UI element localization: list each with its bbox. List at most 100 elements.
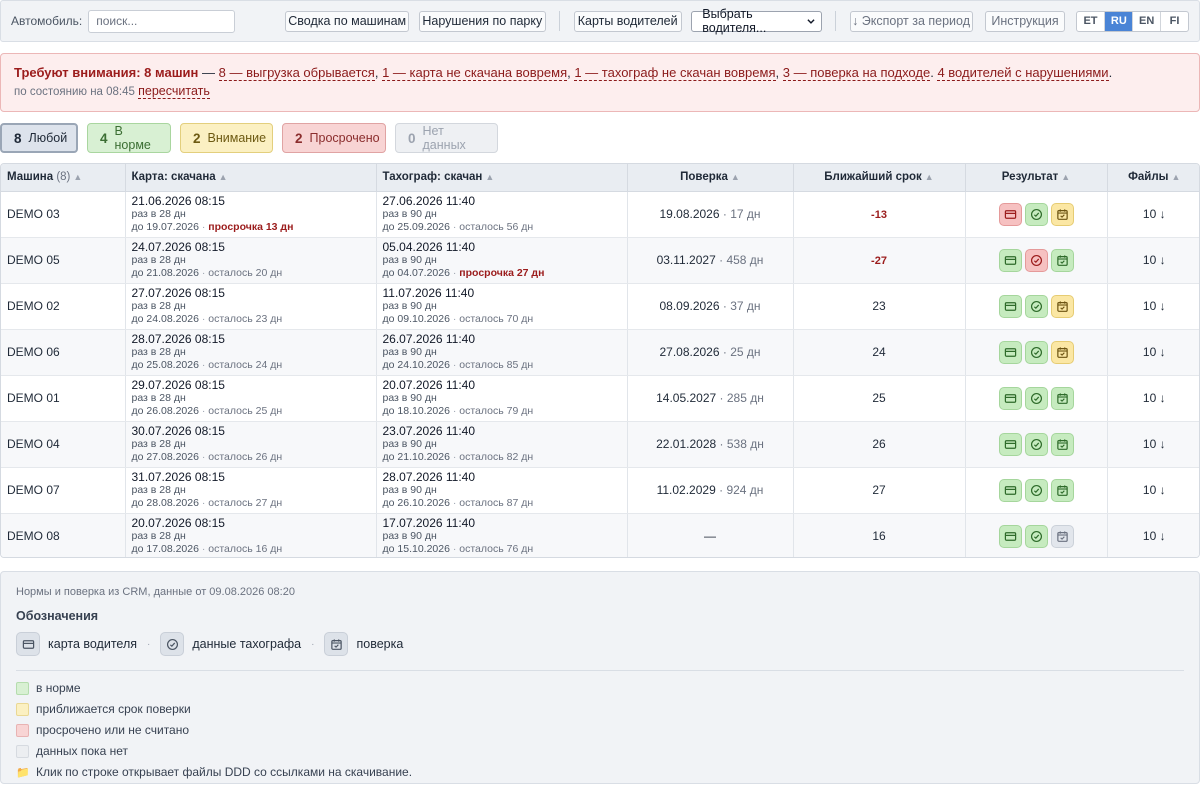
filter-chip-none[interactable]: 0 Нет данных	[395, 123, 498, 153]
alert-link-tacho-late[interactable]: 1 — тахограф не скачан вовремя	[574, 65, 776, 81]
alert-link-upload-breaks[interactable]: 8 — выгрузка обрывается	[218, 65, 375, 81]
tacho-due: до 26.10.2026 · осталось 87 дн	[383, 497, 621, 510]
manual-button[interactable]: Инструкция	[985, 10, 1066, 32]
files-cell[interactable]: 10 ↓	[1107, 421, 1199, 468]
files-cell[interactable]: 10 ↓	[1107, 237, 1199, 284]
result-icons	[972, 248, 1101, 272]
alert-link-drivers-violations[interactable]: 4 водителей с нарушениями	[937, 65, 1109, 81]
language-ru-button[interactable]: RU	[1104, 11, 1133, 31]
result-calendar-check-icon	[1050, 432, 1074, 456]
table-row[interactable]: DEMO 05 24.07.2026 08:15 раз в 28 дн до …	[1, 237, 1199, 284]
tacho-cell: 23.07.2026 11:40 раз в 90 дн до 21.10.20…	[376, 421, 628, 468]
files-cell[interactable]: 10 ↓	[1107, 191, 1199, 238]
result-card-icon	[998, 386, 1022, 410]
toolbar-separator	[559, 11, 561, 31]
card-due: до 27.08.2026 · осталось 26 дн	[132, 451, 370, 464]
legend-hint-text: Клик по строке открывает файлы DDD со сс…	[36, 765, 413, 779]
column-header-vehicle[interactable]: Машина (8) ▲	[1, 164, 126, 192]
separator-dot: ·	[452, 497, 457, 509]
sort-icon: ▲	[1171, 172, 1181, 183]
table-row[interactable]: DEMO 03 21.06.2026 08:15 раз в 28 дн до …	[1, 191, 1199, 238]
files-cell[interactable]: 10 ↓	[1107, 513, 1199, 557]
verification-date: 08.09.2026	[659, 299, 720, 313]
column-header-result[interactable]: Результат ▲	[965, 164, 1108, 192]
status-filter-bar: 8 Любой 4 В норме 2 Внимание 2 Просрочено 0 Нет д…	[0, 123, 498, 153]
verification-cell: 08.09.2026 · 37 дн	[627, 283, 794, 330]
card-status: осталось 20 дн	[208, 267, 283, 279]
export-period-button[interactable]: ↓ Экспорт за период	[849, 10, 973, 32]
fleet-summary-button[interactable]: Сводка по машинам	[285, 10, 410, 32]
table-row[interactable]: DEMO 08 20.07.2026 08:15 раз в 28 дн до …	[1, 513, 1199, 557]
filter-chip-ok[interactable]: 4 В норме	[87, 123, 171, 153]
alert-dash: —	[202, 65, 215, 80]
card-due: до 19.07.2026 · просрочка 13 дн	[132, 221, 370, 234]
result-gauge-icon	[1024, 248, 1048, 272]
separator-dot: ·	[452, 359, 457, 371]
result-card-icon	[998, 478, 1022, 502]
tacho-status: осталось 70 дн	[459, 313, 534, 325]
column-header-files[interactable]: Файлы ▲	[1107, 164, 1199, 192]
files-cell[interactable]: 10 ↓	[1107, 283, 1199, 330]
card-due-date: до 28.08.2026	[131, 497, 199, 509]
column-header-tacho[interactable]: Тахограф: скачан ▲	[376, 164, 628, 192]
column-header-card[interactable]: Карта: скачана ▲	[125, 164, 377, 192]
result-calendar-check-icon	[1050, 248, 1074, 272]
legend-status-label: данных пока нет	[36, 744, 128, 758]
column-header-verification[interactable]: Поверка ▲	[627, 164, 794, 192]
card-download-date: 27.07.2026 08:15	[131, 286, 225, 300]
tacho-cell: 05.04.2026 11:40 раз в 90 дн до 04.07.20…	[376, 237, 628, 284]
tacho-status: осталось 82 дн	[459, 451, 534, 463]
card-cell: 31.07.2026 08:15 раз в 28 дн до 28.08.20…	[125, 467, 377, 514]
separator-dot: ·	[201, 405, 206, 417]
filter-chip-any[interactable]: 8 Любой	[0, 123, 78, 153]
driver-cards-button[interactable]: Карты водителей	[573, 10, 682, 32]
card-cell: 30.07.2026 08:15 раз в 28 дн до 27.08.20…	[125, 421, 377, 468]
result-gauge-icon	[1024, 340, 1048, 364]
card-status: осталось 24 дн	[208, 359, 283, 371]
card-status: осталось 26 дн	[208, 451, 283, 463]
table-row[interactable]: DEMO 07 31.07.2026 08:15 раз в 28 дн до …	[1, 467, 1199, 514]
card-due-date: до 25.08.2026	[131, 359, 199, 371]
verification-days: 538 дн	[726, 437, 764, 451]
files-cell[interactable]: 10 ↓	[1107, 375, 1199, 422]
result-calendar-check-icon	[1050, 340, 1074, 364]
vehicle-count: (8)	[56, 171, 71, 184]
language-en-button[interactable]: EN	[1132, 11, 1160, 31]
driver-select[interactable]: Выбрать водителя...	[691, 7, 822, 35]
alert-status-time: по состоянию на 08:45	[14, 86, 135, 98]
table-row[interactable]: DEMO 02 27.07.2026 08:15 раз в 28 дн до …	[1, 283, 1199, 330]
result-card-icon	[998, 432, 1022, 456]
table-row[interactable]: DEMO 06 28.07.2026 08:15 раз в 28 дн до …	[1, 329, 1199, 376]
files-cell[interactable]: 10 ↓	[1107, 329, 1199, 376]
recalculate-link[interactable]: пересчитать	[138, 84, 210, 99]
filter-chip-warn[interactable]: 2 Внимание	[180, 123, 273, 153]
table-row[interactable]: DEMO 01 29.07.2026 08:15 раз в 28 дн до …	[1, 375, 1199, 422]
result-gauge-icon	[1024, 202, 1048, 226]
result-icons	[972, 386, 1101, 410]
card-download-date: 20.07.2026 08:15	[131, 516, 225, 531]
files-cell[interactable]: 10 ↓	[1107, 467, 1199, 514]
filter-label: В норме	[114, 124, 151, 152]
tacho-period: раз в 90 дн	[382, 392, 437, 404]
card-cell: 27.07.2026 08:15 раз в 28 дн до 24.08.20…	[125, 283, 377, 330]
alert-link-card-late[interactable]: 1 — карта не скачана вовремя	[382, 65, 568, 81]
separator-dot: ·	[722, 207, 727, 221]
verification-days: 25 дн	[730, 345, 761, 359]
card-due-date: до 17.08.2026	[131, 543, 199, 556]
alert-link-verification-soon[interactable]: 3 — поверка на подходе	[782, 65, 931, 81]
tacho-due: до 04.07.2026 · просрочка 27 дн	[383, 267, 621, 280]
deadline-cell: 26	[793, 421, 966, 468]
separator-dot: ·	[719, 391, 724, 405]
legend-status-green: в норме	[16, 681, 1184, 695]
language-et-button[interactable]: ET	[1077, 12, 1105, 31]
tacho-status: осталось 87 дн	[459, 497, 534, 509]
sort-icon: ▲	[924, 172, 934, 183]
column-header-deadline[interactable]: Ближайший срок ▲	[793, 164, 966, 192]
search-input[interactable]	[88, 9, 236, 33]
fleet-violations-button[interactable]: Нарушения по парку	[418, 10, 546, 32]
separator-dot: ·	[201, 313, 206, 325]
table-row[interactable]: DEMO 04 30.07.2026 08:15 раз в 28 дн до …	[1, 421, 1199, 468]
filter-chip-bad[interactable]: 2 Просрочено	[282, 123, 386, 153]
language-fi-button[interactable]: FI	[1160, 11, 1188, 31]
sort-icon: ▲	[1061, 172, 1071, 183]
